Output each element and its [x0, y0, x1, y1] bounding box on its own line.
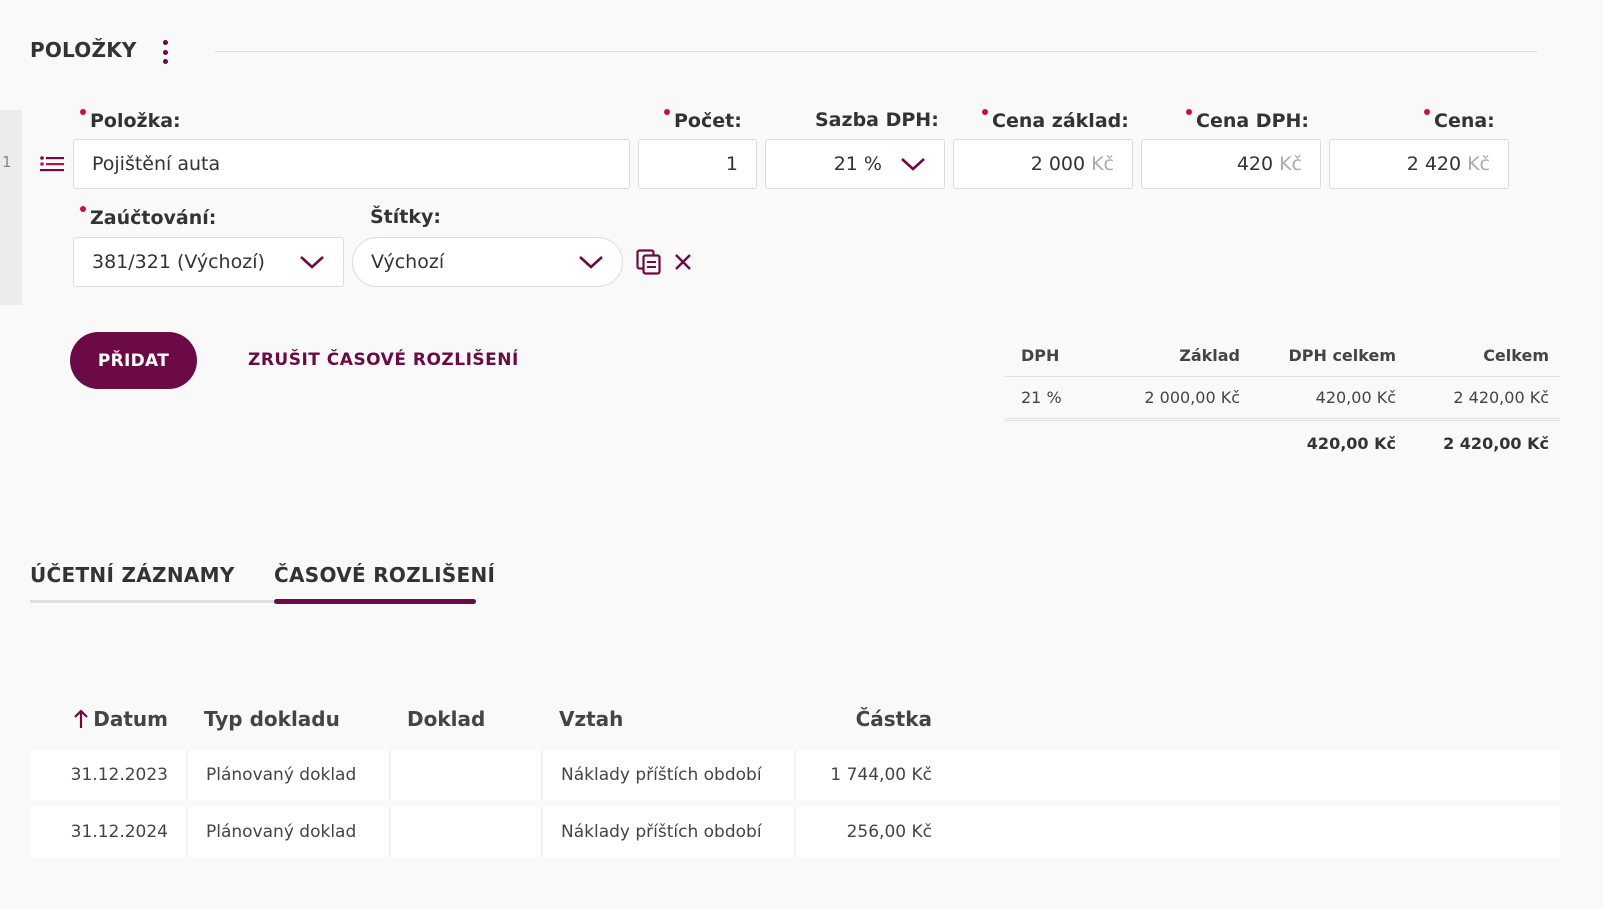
item-value: Pojištění auta — [92, 153, 221, 175]
amount-cell: 1 744,00 Kč — [794, 750, 934, 800]
doc-type-cell: Plánovaný doklad — [186, 807, 389, 857]
table-row[interactable]: 31.12.2023 Plánovaný doklad Náklady příš… — [30, 750, 1560, 800]
base-price-input[interactable]: 2 000 Kč — [953, 139, 1133, 189]
posting-label: Zaúčtování: — [80, 206, 216, 229]
drag-handle-icon[interactable] — [40, 156, 64, 172]
tab-underline — [30, 600, 274, 603]
cancel-accrual-button[interactable]: ZRUŠIT ČASOVÉ ROZLIŠENÍ — [248, 350, 519, 370]
count-value: 1 — [725, 153, 738, 175]
kebab-menu-icon[interactable] — [160, 40, 170, 64]
vat-grand-total: 420,00 Kč — [1306, 433, 1396, 453]
tab-accrual[interactable]: ČASOVÉ ROZLIŠENÍ — [274, 563, 495, 587]
chevron-down-icon — [901, 158, 925, 171]
vat-total-cell: 420,00 Kč — [1315, 388, 1396, 407]
close-icon[interactable] — [674, 253, 692, 271]
column-header-doc-type[interactable]: Typ dokladu — [186, 700, 389, 738]
vat-rate-cell: 21 % — [1021, 388, 1062, 407]
base-header: Základ — [1179, 346, 1240, 365]
document-cell — [389, 807, 541, 857]
tags-label: Štítky: — [370, 206, 441, 228]
item-label: Položka: — [80, 109, 181, 132]
posting-value: 381/321 (Výchozí) — [92, 251, 265, 273]
vat-rate-select[interactable]: 21 % — [765, 139, 945, 189]
sort-ascending-icon — [74, 709, 89, 728]
date-cell: 31.12.2023 — [70, 765, 168, 785]
date-cell: 31.12.2024 — [70, 822, 168, 842]
amount-cell: 256,00 Kč — [794, 807, 934, 857]
currency-unit: Kč — [1467, 153, 1490, 175]
vat-header: DPH — [1021, 346, 1060, 365]
column-header-amount[interactable]: Částka — [794, 700, 934, 738]
add-button[interactable]: PŘIDAT — [70, 332, 197, 389]
tags-value: Výchozí — [371, 251, 445, 273]
grand-total: 2 420,00 Kč — [1443, 433, 1549, 453]
column-header-date-label: Datum — [93, 707, 168, 731]
accrual-table: Datum Typ dokladu Doklad Vztah Částka 31… — [30, 700, 1560, 857]
vat-price-label: Cena DPH: — [1186, 109, 1309, 132]
document-cell — [389, 750, 541, 800]
row-indicator — [0, 110, 22, 305]
base-price-value: 2 000 — [1030, 153, 1086, 175]
total-header: Celkem — [1483, 346, 1549, 365]
doc-type-cell: Plánovaný doklad — [186, 750, 389, 800]
copy-icon[interactable] — [636, 249, 662, 276]
vat-price-input[interactable]: 420 Kč — [1141, 139, 1321, 189]
vat-price-value: 420 — [1236, 153, 1274, 175]
base-price-label: Cena základ: — [982, 109, 1129, 132]
vat-rate-value: 21 % — [833, 153, 882, 175]
active-tab-indicator — [274, 599, 476, 604]
item-input[interactable]: Pojištění auta — [73, 139, 630, 189]
table-row[interactable]: 31.12.2024 Plánovaný doklad Náklady příš… — [30, 807, 1560, 857]
row-number: 1 — [2, 153, 12, 171]
count-input[interactable]: 1 — [638, 139, 757, 189]
vat-rate-label: Sazba DPH: — [815, 109, 939, 131]
table-header: Datum Typ dokladu Doklad Vztah Částka — [30, 700, 1560, 738]
chevron-down-icon — [579, 256, 603, 269]
relation-cell: Náklady příštích období — [541, 807, 794, 857]
column-header-date[interactable]: Datum — [30, 700, 186, 738]
section-title: POLOŽKY — [30, 38, 137, 62]
total-cell: 2 420,00 Kč — [1453, 388, 1549, 407]
vat-total-header: DPH celkem — [1288, 346, 1396, 365]
vat-summary-header: DPH Základ DPH celkem Celkem — [1004, 335, 1560, 377]
price-label: Cena: — [1424, 109, 1495, 132]
vat-summary-row: 21 % 2 000,00 Kč 420,00 Kč 2 420,00 Kč — [1004, 377, 1560, 421]
price-value: 2 420 — [1406, 153, 1462, 175]
tags-select[interactable]: Výchozí — [352, 237, 623, 287]
column-header-relation[interactable]: Vztah — [541, 700, 794, 738]
tab-accounting-records[interactable]: ÚČETNÍ ZÁZNAMY — [30, 563, 235, 587]
base-cell: 2 000,00 Kč — [1144, 388, 1240, 407]
header-divider — [215, 51, 1537, 52]
vat-summary-table: DPH Základ DPH celkem Celkem 21 % 2 000,… — [1004, 335, 1560, 465]
column-header-document[interactable]: Doklad — [389, 700, 541, 738]
chevron-down-icon — [300, 256, 324, 269]
currency-unit: Kč — [1091, 153, 1114, 175]
count-label: Počet: — [664, 109, 742, 132]
relation-cell: Náklady příštích období — [541, 750, 794, 800]
currency-unit: Kč — [1279, 153, 1302, 175]
posting-select[interactable]: 381/321 (Výchozí) — [73, 237, 344, 287]
vat-summary-totals: 420,00 Kč 2 420,00 Kč — [1004, 421, 1560, 465]
price-input[interactable]: 2 420 Kč — [1329, 139, 1509, 189]
